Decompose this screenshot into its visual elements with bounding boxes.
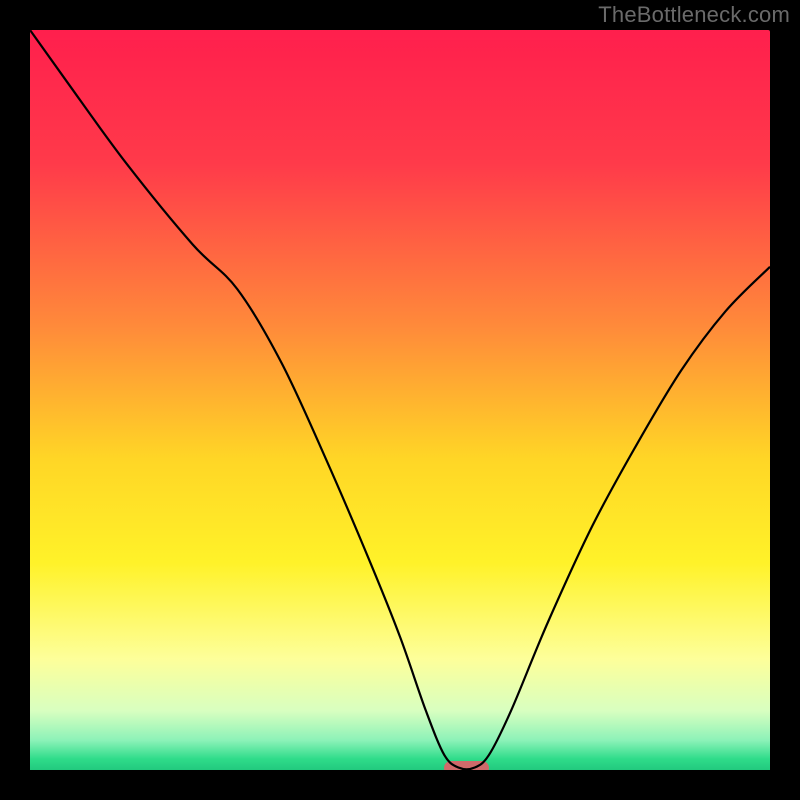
plot-area — [30, 30, 770, 770]
bottleneck-curve — [30, 30, 770, 770]
chart-frame: TheBottleneck.com — [0, 0, 800, 800]
curve-path — [30, 30, 770, 769]
watermark-label: TheBottleneck.com — [598, 2, 790, 28]
